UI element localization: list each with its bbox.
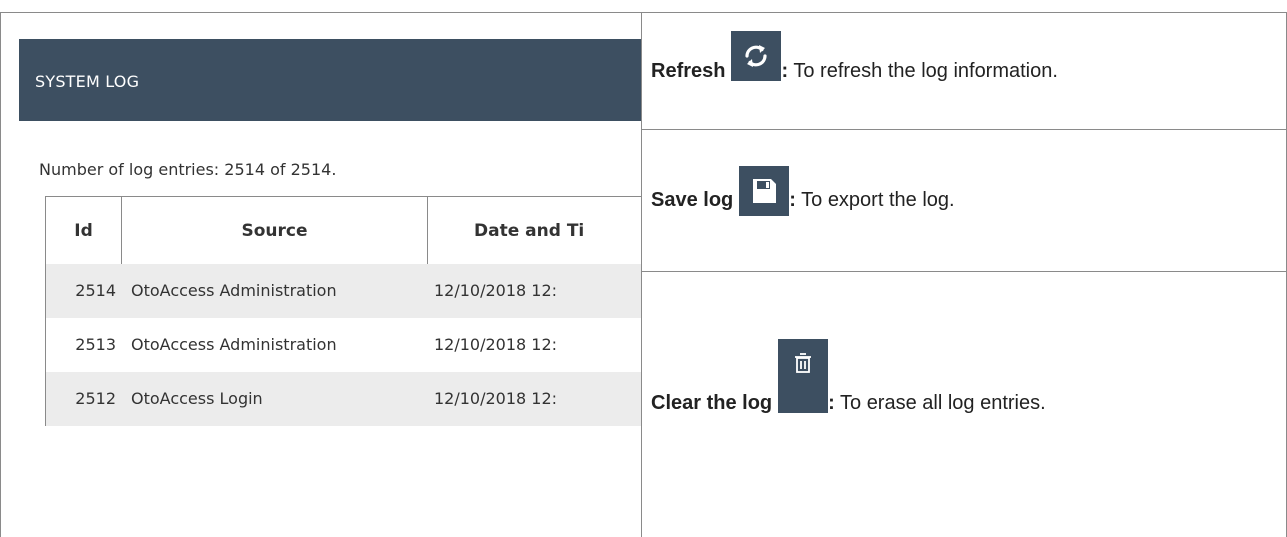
refresh-text: To refresh the log information. — [788, 59, 1058, 82]
row-id: 2512 — [75, 389, 116, 408]
row-id: 2513 — [75, 335, 116, 354]
log-table-header: Id Source Date and Ti — [46, 197, 641, 264]
system-log-header: SYSTEM LOG — [19, 39, 641, 121]
refresh-icon[interactable] — [731, 31, 782, 81]
table-row[interactable]: 2512 OtoAccess Login 12/10/2018 12: — [46, 372, 641, 426]
system-log-screenshot: SYSTEM LOG Number of log entries: 2514 o… — [19, 39, 641, 537]
row-id: 2514 — [75, 281, 116, 300]
refresh-description: Refresh : To refresh the log information… — [641, 13, 1286, 130]
row-source: OtoAccess Administration — [131, 281, 337, 300]
refresh-colon: : — [781, 59, 789, 82]
save-icon[interactable] — [739, 165, 790, 216]
clear-label: Clear the log — [651, 392, 773, 414]
system-log-title: SYSTEM LOG — [35, 72, 140, 91]
log-table: Id Source Date and Ti 2514 OtoAccess Adm… — [45, 196, 641, 426]
row-datetime: 12/10/2018 12: — [434, 335, 558, 354]
refresh-label: Refresh — [651, 59, 726, 82]
column-header-source[interactable]: Source — [122, 197, 428, 264]
column-header-date[interactable]: Date and Ti — [428, 197, 641, 264]
row-datetime: 12/10/2018 12: — [434, 281, 558, 300]
column-header-id[interactable]: Id — [46, 197, 122, 264]
clipped-caption — [0, 0, 1287, 9]
log-count-label: Number of log entries: 2514 of 2514. — [39, 160, 337, 179]
description-column: Refresh : To refresh the log information… — [641, 13, 1287, 537]
table-row[interactable]: 2514 OtoAccess Administration 12/10/2018… — [46, 264, 641, 318]
save-label: Save log — [651, 189, 734, 211]
table-row[interactable]: 2513 OtoAccess Administration 12/10/2018… — [46, 318, 641, 372]
screenshot-cell: SYSTEM LOG Number of log entries: 2514 o… — [0, 13, 642, 537]
clear-colon: : — [828, 392, 835, 414]
trash-icon[interactable] — [778, 338, 829, 413]
row-datetime: 12/10/2018 12: — [434, 389, 558, 408]
save-text: To export the log. — [795, 189, 955, 211]
save-colon: : — [789, 189, 796, 211]
clear-description: Clear the log : To erase all log entries… — [641, 272, 1286, 537]
save-description: Save log : To export the log. — [641, 130, 1286, 272]
row-source: OtoAccess Login — [131, 389, 263, 408]
clear-text: To erase all log entries. — [834, 392, 1046, 414]
row-source: OtoAccess Administration — [131, 335, 337, 354]
document-table: SYSTEM LOG Number of log entries: 2514 o… — [0, 12, 1287, 537]
